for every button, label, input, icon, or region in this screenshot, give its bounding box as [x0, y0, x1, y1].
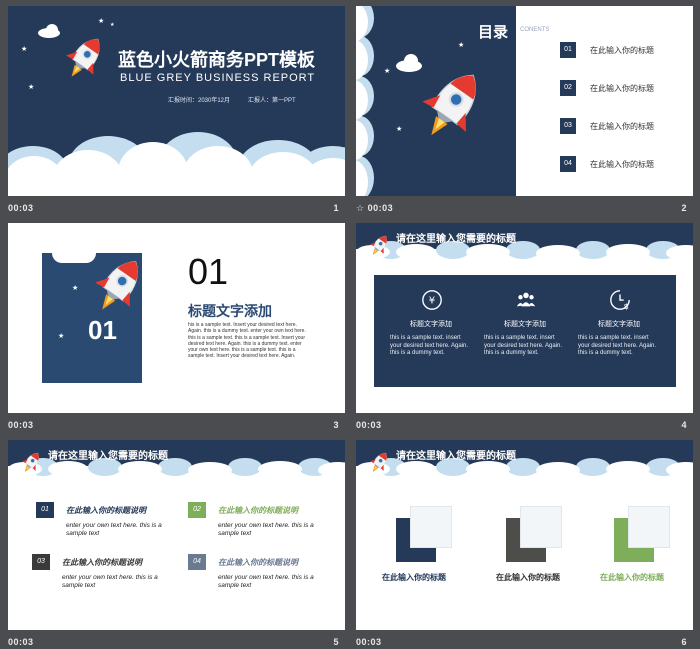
svg-text:¥: ¥ [429, 296, 435, 307]
people-group-icon [516, 292, 536, 307]
card-image [520, 506, 562, 548]
slide-number: 5 [333, 637, 339, 647]
small-cloud [46, 24, 58, 36]
slide-meta-4: 00:03 4 [356, 418, 687, 432]
image-card: 在此输入你的标题 [496, 506, 566, 582]
card-image [628, 506, 670, 548]
report-time: 汇报时间：2030年12月 [168, 98, 231, 104]
star-icon: ★ [72, 285, 79, 292]
svg-text:$: $ [624, 301, 629, 311]
list-item: 04 在此输入你的标题说明 enter your own text here. … [188, 554, 338, 604]
slide-meta-2: ☆ 00:03 2 [356, 201, 687, 215]
card-image [410, 506, 452, 548]
slide-thumbnail-1[interactable]: ★ ★ ★ ★ 蓝色小火箭商务PPT模板 BLUE GREY BUSINESS … [8, 6, 345, 196]
list-item: 03 在此输入你的标题说明 enter your own text here. … [32, 554, 182, 604]
dollar-clock-icon: $ [610, 290, 630, 311]
list-item: 02 在此输入你的标题说明 enter your own text here. … [188, 502, 338, 552]
section-number: 01 [188, 251, 229, 292]
section-paragraph: his is a sample text. Insert your desire… [188, 322, 306, 360]
star-icon: ★ [98, 18, 105, 25]
toc-item: 02 在此输入你的标题 [560, 80, 690, 96]
slide-meta-1: 00:03 1 [8, 201, 339, 215]
list-item: 01 在此输入你的标题说明 enter your own text here. … [36, 502, 186, 552]
cloud-base [8, 174, 345, 196]
slide-thumbnail-3[interactable]: ★ ★ 01 01 标题文字添加 his is a sample text. I… [8, 223, 345, 413]
star-icon: ★ [110, 22, 115, 28]
toc-item: 01 在此输入你的标题 [560, 42, 690, 58]
yen-coin-icon: ¥ [422, 290, 442, 310]
slide-title: 请在这里输入您需要的标题 [396, 234, 516, 245]
toc-item: 03 在此输入你的标题 [560, 118, 690, 134]
slide-duration: 00:03 [8, 203, 34, 213]
slide-duration: 00:03 [356, 637, 382, 647]
slide-number: 3 [333, 420, 339, 430]
slide-meta-3: 00:03 3 [8, 418, 339, 432]
toc-heading: 目录 [478, 24, 509, 41]
slide-number: 4 [681, 420, 687, 430]
slide-subtitle: BLUE GREY BUSINESS REPORT [120, 72, 316, 84]
slide-duration: 00:03 [8, 637, 34, 647]
star-icon: ★ [58, 333, 65, 340]
slide-thumbnail-2[interactable]: ★ ★ ★ 目录 CONENTS 01 在此输入你的标题 02 在此输入你的标题 0… [356, 6, 693, 196]
contents-label: CONENTS [520, 27, 550, 33]
slide-meta-6: 00:03 6 [356, 635, 687, 649]
slide-duration: 00:03 [8, 420, 34, 430]
slide-number: 6 [681, 637, 687, 647]
slide-title: 请在这里输入您需要的标题 [396, 451, 516, 462]
slide-title: 请在这里输入您需要的标题 [48, 451, 168, 462]
star-icon: ★ [21, 46, 28, 53]
slide-number: 2 [681, 203, 687, 213]
star-icon: ★ [28, 84, 35, 91]
slide-duration: 00:03 [356, 420, 382, 430]
toc-item: 04 在此输入你的标题 [560, 156, 690, 172]
slide-thumbnail-5[interactable]: 请在这里输入您需要的标题 01 在此输入你的标题说明 enter your ow… [8, 440, 345, 630]
section-heading: 标题文字添加 [188, 303, 272, 319]
features-box: ¥ 标题文字添加 this is a sample text. insert y… [374, 275, 676, 387]
image-card: 在此输入你的标题 [600, 506, 674, 582]
image-card: 在此输入你的标题 [382, 506, 456, 582]
star-icon: ★ [384, 68, 391, 75]
slide-number: 1 [333, 203, 339, 213]
reporter: 汇报人：第一PPT [248, 98, 296, 104]
slide-thumbnail-4[interactable]: 请在这里输入您需要的标题 ¥ 标题文字添加 this is a sample t… [356, 223, 693, 413]
slide-duration: ☆ 00:03 [356, 203, 394, 213]
slide-meta-5: 00:03 5 [8, 635, 339, 649]
slide-thumbnail-6[interactable]: 请在这里输入您需要的标题 在此输入你的标题 在此输入你的标题 在此输入你的标题 [356, 440, 693, 630]
slide-title: 蓝色小火箭商务PPT模板 [118, 50, 316, 70]
